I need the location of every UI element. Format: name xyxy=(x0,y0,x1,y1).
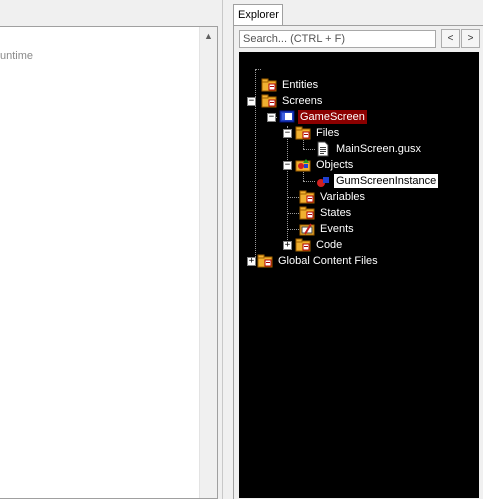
left-panel-text: untime xyxy=(0,50,34,62)
collapse-icon[interactable]: − xyxy=(247,97,256,106)
tab-explorer[interactable]: Explorer xyxy=(233,4,283,25)
tree-item-gamescreen[interactable]: GameScreen xyxy=(279,109,367,125)
search-input[interactable] xyxy=(239,30,436,48)
folder-icon xyxy=(261,78,277,92)
tree-item-label: Code xyxy=(316,239,343,251)
tree-item-variables[interactable]: Variables xyxy=(299,189,367,205)
tree-item-code[interactable]: Code xyxy=(295,237,344,253)
folder-icon xyxy=(299,206,315,220)
tree-item-files[interactable]: Files xyxy=(295,125,341,141)
left-panel-header xyxy=(0,0,222,26)
folder-icon xyxy=(299,190,315,204)
tree-item-events[interactable]: Events xyxy=(299,221,356,237)
tree-line xyxy=(303,149,315,150)
tree-item-label: States xyxy=(320,207,352,219)
tree-line xyxy=(287,229,299,230)
explorer-panel: < > Entities − xyxy=(233,25,483,499)
tree-item-mainscreen-gusx[interactable]: MainScreen.gusx xyxy=(315,141,423,157)
folder-icon xyxy=(261,94,277,108)
objects-icon xyxy=(295,159,311,172)
tree-item-label: Entities xyxy=(282,79,319,91)
tree-item-label: Files xyxy=(316,127,340,139)
collapse-icon[interactable]: − xyxy=(283,161,292,170)
tree-item-states[interactable]: States xyxy=(299,205,353,221)
folder-icon xyxy=(295,126,311,140)
tree-line xyxy=(303,181,315,182)
tree-line xyxy=(287,213,299,214)
folder-icon xyxy=(295,238,311,252)
tree-item-objects[interactable]: Objects xyxy=(295,157,355,173)
left-panel: untime ▲ xyxy=(0,26,218,499)
explorer-tree[interactable]: Entities − Screens − GameScreen − Files … xyxy=(239,52,479,498)
forward-button[interactable]: > xyxy=(461,29,480,48)
tree-item-label: GumScreenInstance xyxy=(334,174,439,188)
document-icon xyxy=(317,141,329,157)
tree-item-label: Variables xyxy=(320,191,366,203)
events-icon xyxy=(299,223,315,236)
tree-item-label: Screens xyxy=(282,95,323,107)
collapse-icon[interactable]: − xyxy=(267,113,276,122)
collapse-icon[interactable]: − xyxy=(283,129,292,138)
scroll-up-arrow-icon[interactable]: ▲ xyxy=(200,27,217,44)
tree-item-gumscreeninstance[interactable]: GumScreenInstance xyxy=(315,173,439,189)
tree-line xyxy=(287,197,299,198)
tree-item-label: GameScreen xyxy=(298,110,367,124)
tree-line xyxy=(255,69,261,70)
tree-item-label: Global Content Files xyxy=(278,255,378,267)
tree-item-global-content-files[interactable]: Global Content Files xyxy=(257,253,380,269)
tree-item-label: Events xyxy=(320,223,354,235)
expand-icon[interactable]: + xyxy=(247,257,256,266)
screen-icon xyxy=(279,110,295,123)
expand-icon[interactable]: + xyxy=(283,241,292,250)
folder-icon xyxy=(257,254,273,268)
tree-item-label: Objects xyxy=(316,159,354,171)
tree-item-screens[interactable]: Screens xyxy=(261,93,324,109)
left-vertical-scrollbar[interactable]: ▲ xyxy=(199,27,217,498)
tree-item-label: MainScreen.gusx xyxy=(336,143,421,155)
back-button[interactable]: < xyxy=(441,29,460,48)
panel-splitter[interactable] xyxy=(223,0,232,499)
tree-item-entities[interactable]: Entities xyxy=(261,77,320,93)
object-instance-icon xyxy=(317,177,329,187)
tree-line xyxy=(287,126,288,244)
